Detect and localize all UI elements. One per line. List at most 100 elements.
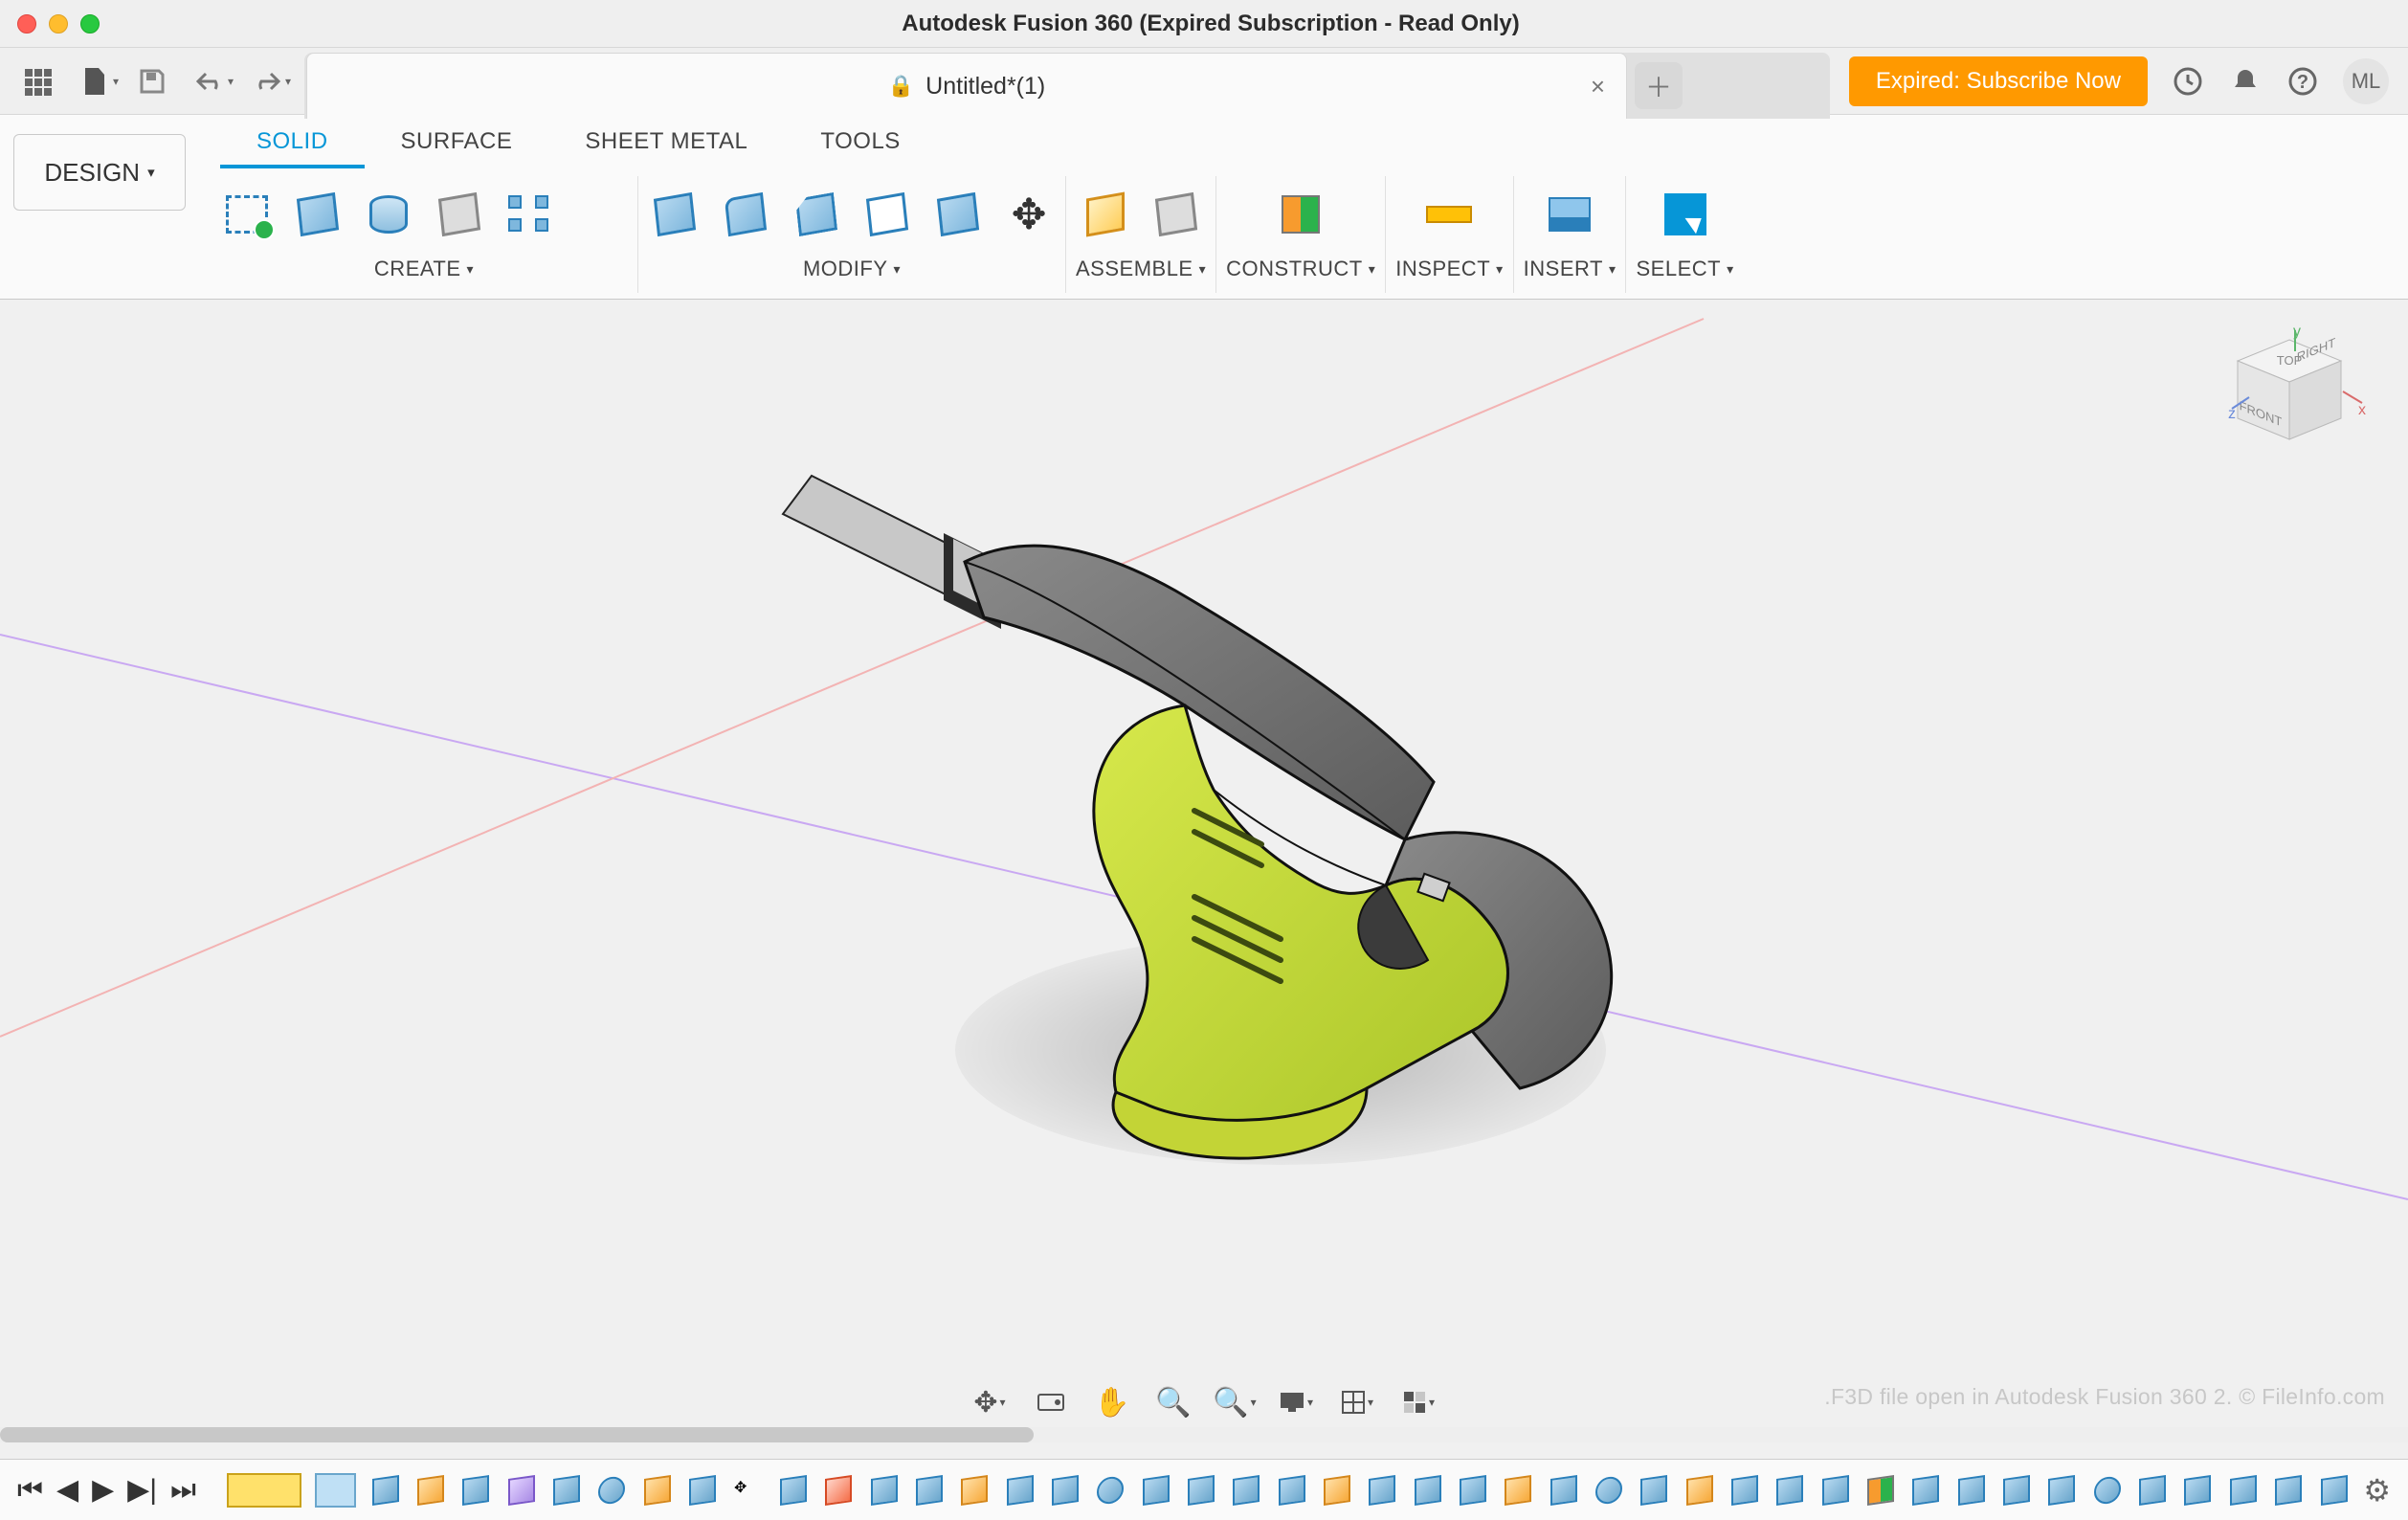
- timeline-feature[interactable]: [1004, 1473, 1036, 1508]
- timeline-feature[interactable]: [777, 1473, 809, 1508]
- timeline-first-button[interactable]: ⏮: [17, 1474, 43, 1507]
- user-avatar[interactable]: ML: [2343, 58, 2389, 104]
- document-tab-active[interactable]: 🔒 Untitled*(1) ×: [306, 53, 1627, 119]
- undo-button[interactable]: ▾: [191, 63, 228, 100]
- timeline-feature[interactable]: [2227, 1473, 2259, 1508]
- data-panel-button[interactable]: [19, 63, 56, 100]
- combine-button[interactable]: [931, 188, 985, 241]
- timeline-feature[interactable]: [913, 1473, 945, 1508]
- timeline-play-button[interactable]: ▶: [92, 1473, 114, 1507]
- workspace-switcher[interactable]: DESIGN▾: [13, 134, 186, 211]
- chamfer-button[interactable]: [790, 188, 843, 241]
- pan-button[interactable]: ✋: [1093, 1383, 1131, 1421]
- file-menu-button[interactable]: ▾: [77, 63, 113, 100]
- timeline-feature[interactable]: [1639, 1473, 1670, 1508]
- timeline-feature[interactable]: [1231, 1473, 1262, 1508]
- close-tab-button[interactable]: ×: [1591, 72, 1605, 101]
- timeline-feature[interactable]: [2000, 1473, 2032, 1508]
- minimize-window-button[interactable]: [49, 14, 68, 34]
- timeline-prev-button[interactable]: ◀: [56, 1473, 78, 1507]
- shell-button[interactable]: [860, 188, 914, 241]
- timeline-feature[interactable]: [1774, 1473, 1806, 1508]
- create-sketch-button[interactable]: [220, 188, 274, 241]
- timeline-feature[interactable]: [641, 1473, 673, 1508]
- timeline-feature[interactable]: [959, 1473, 991, 1508]
- extrude-button[interactable]: [291, 188, 345, 241]
- tab-surface[interactable]: SURFACE: [365, 115, 549, 168]
- tab-solid[interactable]: SOLID: [220, 115, 365, 168]
- timeline-feature[interactable]: [2091, 1473, 2123, 1508]
- timeline-feature[interactable]: [1412, 1473, 1443, 1508]
- viewport-3d[interactable]: TOP FRONT RIGHT x y z ✥▾ ✋ 🔍 🔍▾ ▾ ▾ ▾ .F…: [0, 300, 2408, 1477]
- orbit-button[interactable]: ✥▾: [970, 1383, 1009, 1421]
- subscribe-button[interactable]: Expired: Subscribe Now: [1849, 56, 2148, 106]
- notifications-icon[interactable]: [2228, 64, 2263, 99]
- presspull-button[interactable]: [648, 188, 702, 241]
- timeline-feature[interactable]: [1910, 1473, 1942, 1508]
- redo-button[interactable]: ▾: [249, 63, 285, 100]
- display-settings-button[interactable]: ▾: [1277, 1383, 1315, 1421]
- timeline-feature[interactable]: [1185, 1473, 1216, 1508]
- timeline-feature[interactable]: [868, 1473, 900, 1508]
- timeline-last-button[interactable]: ⏭: [170, 1474, 196, 1507]
- horizontal-scrollbar[interactable]: [0, 1427, 2408, 1442]
- tab-sheetmetal[interactable]: SHEET METAL: [548, 115, 784, 168]
- hole-button[interactable]: [433, 188, 486, 241]
- timeline-feature[interactable]: [1819, 1473, 1851, 1508]
- timeline-feature[interactable]: [414, 1473, 446, 1508]
- timeline-feature[interactable]: [596, 1473, 628, 1508]
- timeline-feature[interactable]: [1367, 1473, 1398, 1508]
- group-construct-label[interactable]: CONSTRUCT▾: [1226, 253, 1375, 281]
- timeline-feature[interactable]: [2046, 1473, 2078, 1508]
- timeline-feature[interactable]: [1593, 1473, 1624, 1508]
- timeline-feature[interactable]: [2318, 1473, 2350, 1508]
- zoom-fit-button[interactable]: 🔍▾: [1215, 1383, 1254, 1421]
- timeline-group-1[interactable]: [227, 1473, 301, 1508]
- close-window-button[interactable]: [17, 14, 36, 34]
- lookat-button[interactable]: [1032, 1383, 1070, 1421]
- maximize-window-button[interactable]: [80, 14, 100, 34]
- timeline-feature[interactable]: [1140, 1473, 1171, 1508]
- group-modify-label[interactable]: MODIFY▾: [803, 253, 901, 281]
- timeline-feature[interactable]: [2272, 1473, 2304, 1508]
- timeline-feature[interactable]: [1095, 1473, 1126, 1508]
- move-button[interactable]: ✥: [1002, 188, 1056, 241]
- timeline-group-2[interactable]: [315, 1473, 356, 1508]
- timeline-settings-button[interactable]: ⚙: [2363, 1472, 2391, 1509]
- joint-button[interactable]: [1149, 188, 1203, 241]
- zoom-button[interactable]: 🔍: [1154, 1383, 1193, 1421]
- new-tab-button[interactable]: ＋: [1635, 62, 1683, 109]
- model-reciprocating-saw[interactable]: [678, 361, 1730, 1270]
- group-insert-label[interactable]: INSERT▾: [1524, 253, 1616, 281]
- timeline-feature[interactable]: [1321, 1473, 1352, 1508]
- help-icon[interactable]: ?: [2285, 64, 2320, 99]
- new-component-button[interactable]: [1079, 188, 1132, 241]
- timeline-feature[interactable]: [1457, 1473, 1488, 1508]
- group-select-label[interactable]: SELECT▾: [1636, 253, 1733, 281]
- timeline-feature[interactable]: [1955, 1473, 1987, 1508]
- grid-settings-button[interactable]: ▾: [1338, 1383, 1376, 1421]
- timeline-feature[interactable]: [369, 1473, 401, 1508]
- timeline-feature[interactable]: ✥: [732, 1473, 764, 1508]
- group-inspect-label[interactable]: INSPECT▾: [1395, 253, 1503, 281]
- timeline-feature[interactable]: [1049, 1473, 1081, 1508]
- construct-plane-button[interactable]: [1274, 188, 1327, 241]
- timeline-next-button[interactable]: ▶|: [127, 1473, 157, 1507]
- timeline-feature[interactable]: [460, 1473, 492, 1508]
- timeline-feature[interactable]: [822, 1473, 854, 1508]
- timeline-feature[interactable]: [1548, 1473, 1579, 1508]
- select-button[interactable]: [1659, 188, 1712, 241]
- measure-button[interactable]: [1422, 188, 1476, 241]
- group-assemble-label[interactable]: ASSEMBLE▾: [1076, 253, 1206, 281]
- insert-image-button[interactable]: [1543, 188, 1596, 241]
- save-button[interactable]: [134, 63, 170, 100]
- timeline-feature[interactable]: [2182, 1473, 2214, 1508]
- timeline-feature[interactable]: [2136, 1473, 2168, 1508]
- viewports-button[interactable]: ▾: [1399, 1383, 1438, 1421]
- timeline-feature[interactable]: [1683, 1473, 1715, 1508]
- timeline-feature[interactable]: [1864, 1473, 1896, 1508]
- timeline-feature[interactable]: [1728, 1473, 1760, 1508]
- timeline-feature[interactable]: [550, 1473, 582, 1508]
- viewcube[interactable]: TOP FRONT RIGHT x y z: [2226, 323, 2370, 476]
- pattern-button[interactable]: [503, 188, 557, 241]
